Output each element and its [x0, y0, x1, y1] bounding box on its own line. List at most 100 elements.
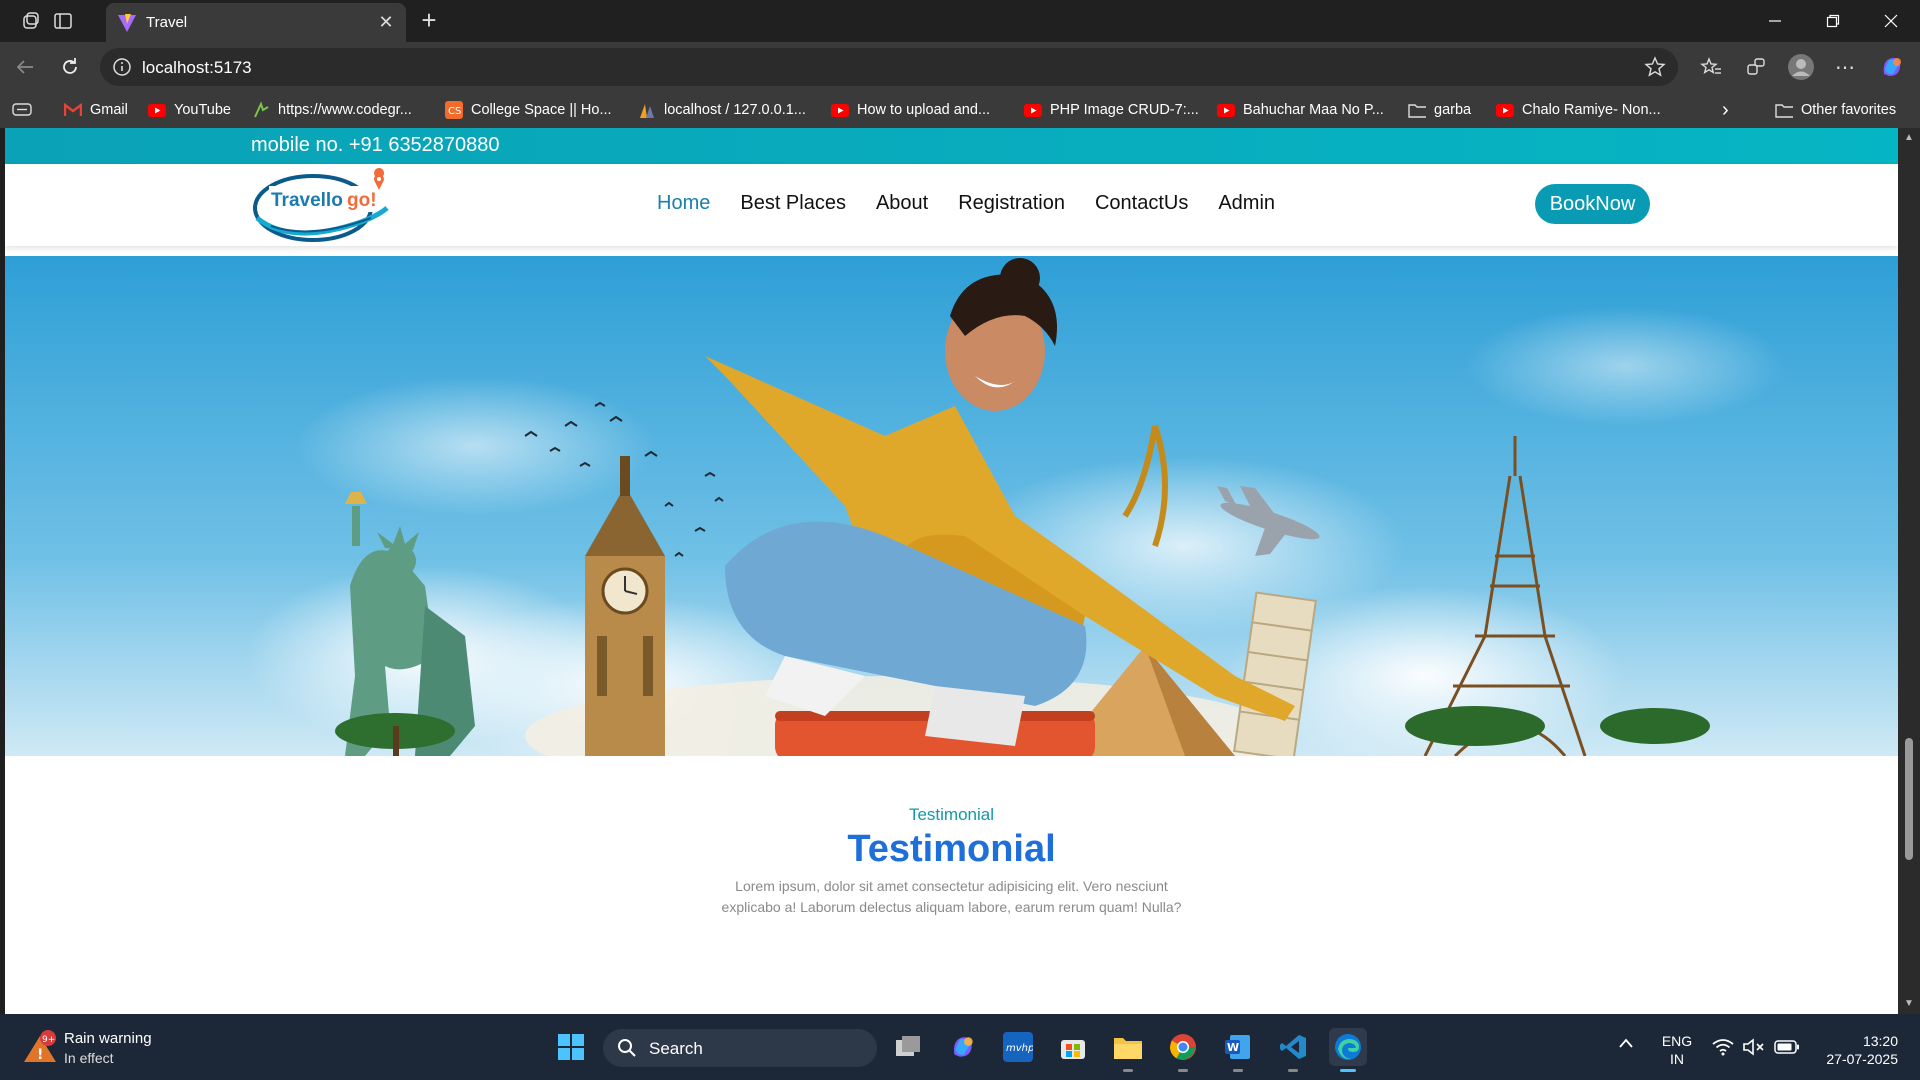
running-indicator [1233, 1069, 1243, 1072]
refresh-icon[interactable] [55, 52, 85, 82]
weather-subtitle: In effect [64, 1050, 114, 1066]
svg-text:CS: CS [448, 106, 461, 117]
svg-text:go!: go! [347, 190, 377, 211]
testimonial-line-1: Lorem ipsum, dolor sit amet consectetur … [735, 878, 1168, 894]
wifi-icon[interactable] [1712, 1038, 1734, 1061]
phpmyadmin-icon [638, 101, 656, 119]
testimonial-section: Testimonial Testimonial Lorem ipsum, dol… [5, 756, 1898, 1014]
bookmark-gmail[interactable]: Gmail [64, 98, 128, 122]
running-indicator [1288, 1069, 1298, 1072]
clock-time: 13:20 [1862, 1033, 1898, 1049]
address-bar[interactable]: localhost:5173 [100, 48, 1678, 86]
scroll-up-icon[interactable]: ▲ [1903, 132, 1915, 144]
bookmark-youtube[interactable]: YouTube [148, 98, 231, 122]
language-indicator[interactable]: ENG IN [1660, 1032, 1694, 1068]
codegrepper-icon [252, 101, 270, 119]
bookmark-label: Gmail [90, 102, 128, 118]
tab-title: Travel [146, 14, 188, 31]
youtube-icon [148, 101, 166, 119]
bookmark-label: PHP Image CRUD-7:... [1050, 102, 1199, 118]
other-favorites-label: Other favorites [1801, 102, 1897, 118]
testimonial-title: Testimonial [847, 828, 1056, 870]
nav-admin[interactable]: Admin [1218, 192, 1275, 215]
workspaces-icon[interactable] [18, 8, 44, 34]
nav-contact-us[interactable]: ContactUs [1095, 192, 1188, 215]
vite-favicon-icon [116, 12, 138, 34]
bookmark-upload-video[interactable]: How to upload and... [831, 98, 990, 122]
region-code: IN [1670, 1051, 1684, 1067]
show-hidden-icons-chevron[interactable] [1618, 1036, 1634, 1054]
nav-best-places[interactable]: Best Places [740, 192, 846, 215]
favorite-star-icon[interactable] [1644, 56, 1666, 78]
nav-registration[interactable]: Registration [958, 192, 1065, 215]
bookmark-chalo-ramiye[interactable]: Chalo Ramiye- Non... [1496, 98, 1661, 122]
bookmark-label: localhost / 127.0.0.1... [664, 102, 806, 118]
contact-strip: mobile no. +91 6352870880 [5, 128, 1898, 164]
scroll-down-icon[interactable]: ▼ [1903, 998, 1915, 1010]
restore-button[interactable] [1810, 7, 1856, 35]
profile-avatar[interactable] [1786, 52, 1816, 82]
bookmark-localhost[interactable]: localhost / 127.0.0.1... [638, 98, 806, 122]
site-info-icon[interactable] [112, 57, 132, 77]
youtube-icon [1217, 101, 1235, 119]
nav-home[interactable]: Home [657, 192, 710, 215]
gmail-icon [64, 101, 82, 119]
language-code: ENG [1661, 1033, 1693, 1049]
page-scrollbar[interactable]: ▲ ▼ [1898, 128, 1920, 1014]
edge-icon[interactable] [1329, 1028, 1367, 1072]
file-explorer-icon[interactable] [1109, 1028, 1147, 1072]
svg-text:mvhp: mvhp [1006, 1043, 1033, 1054]
copilot-app-icon[interactable] [944, 1028, 982, 1066]
travellogo-logo[interactable]: Travello go! [251, 168, 391, 244]
word-icon[interactable]: W [1219, 1028, 1257, 1072]
college-space-icon: CS [445, 101, 463, 119]
bookmark-folder-garba[interactable]: garba [1408, 98, 1471, 122]
nav-about[interactable]: About [876, 192, 928, 215]
scrollbar-thumb[interactable] [1905, 738, 1913, 860]
back-icon[interactable] [10, 52, 40, 82]
favorites-icon[interactable] [1696, 52, 1726, 82]
windows-taskbar: ! 9+ Rain warning In effect Search mvhp [0, 1014, 1920, 1080]
minimize-button[interactable] [1752, 7, 1798, 35]
task-view-icon[interactable] [889, 1028, 927, 1066]
bookmark-bahuchar[interactable]: Bahuchar Maa No P... [1217, 98, 1384, 122]
running-indicator [1123, 1069, 1133, 1072]
close-tab-icon[interactable]: ✕ [376, 12, 396, 32]
volume-muted-icon[interactable] [1743, 1038, 1765, 1061]
bookmark-college-space[interactable]: CS College Space || Ho... [445, 98, 612, 122]
weather-widget[interactable]: ! 9+ Rain warning In effect [22, 1028, 202, 1068]
system-clock[interactable]: 13:20 27-07-2025 [1816, 1032, 1898, 1068]
taskbar-search[interactable]: Search [603, 1029, 877, 1067]
bookmark-codegrepper[interactable]: https://www.codegr... [252, 98, 412, 122]
more-menu-icon[interactable]: ⋯ [1830, 52, 1860, 82]
main-menu: Home Best Places About Registration Cont… [657, 192, 1305, 215]
chrome-icon[interactable] [1164, 1028, 1202, 1072]
tab-travel[interactable]: Travel ✕ [106, 3, 406, 42]
mvhp-app-icon[interactable]: mvhp [999, 1028, 1037, 1066]
new-tab-button[interactable]: + [414, 6, 444, 36]
hero-banner-image [5, 256, 1898, 756]
vscode-icon[interactable] [1274, 1028, 1312, 1072]
bookmark-label: Chalo Ramiye- Non... [1522, 102, 1661, 118]
other-favorites[interactable]: Other favorites [1775, 98, 1896, 122]
vertical-tabs-icon[interactable] [50, 8, 76, 34]
running-indicator [1178, 1069, 1188, 1072]
battery-icon[interactable] [1774, 1040, 1800, 1059]
reading-mode-icon[interactable] [12, 98, 32, 122]
search-icon [617, 1038, 637, 1058]
bookmark-label: How to upload and... [857, 102, 991, 118]
extensions-icon[interactable] [1741, 52, 1771, 82]
chevron-right-icon[interactable]: › [1722, 98, 1729, 122]
svg-text:Travello: Travello [271, 190, 343, 211]
bookmark-label: Bahuchar Maa No P... [1243, 102, 1384, 118]
youtube-icon [1496, 101, 1514, 119]
microsoft-store-icon[interactable] [1054, 1028, 1092, 1066]
close-window-button[interactable] [1868, 7, 1914, 35]
bookmark-label: https://www.codegr... [278, 102, 412, 118]
start-button[interactable] [552, 1028, 590, 1066]
book-now-button[interactable]: BookNow [1535, 184, 1650, 224]
youtube-icon [1024, 101, 1042, 119]
bookmark-php-crud[interactable]: PHP Image CRUD-7:... [1024, 98, 1199, 122]
copilot-icon[interactable] [1877, 52, 1907, 82]
bookmark-label: garba [1434, 102, 1472, 118]
